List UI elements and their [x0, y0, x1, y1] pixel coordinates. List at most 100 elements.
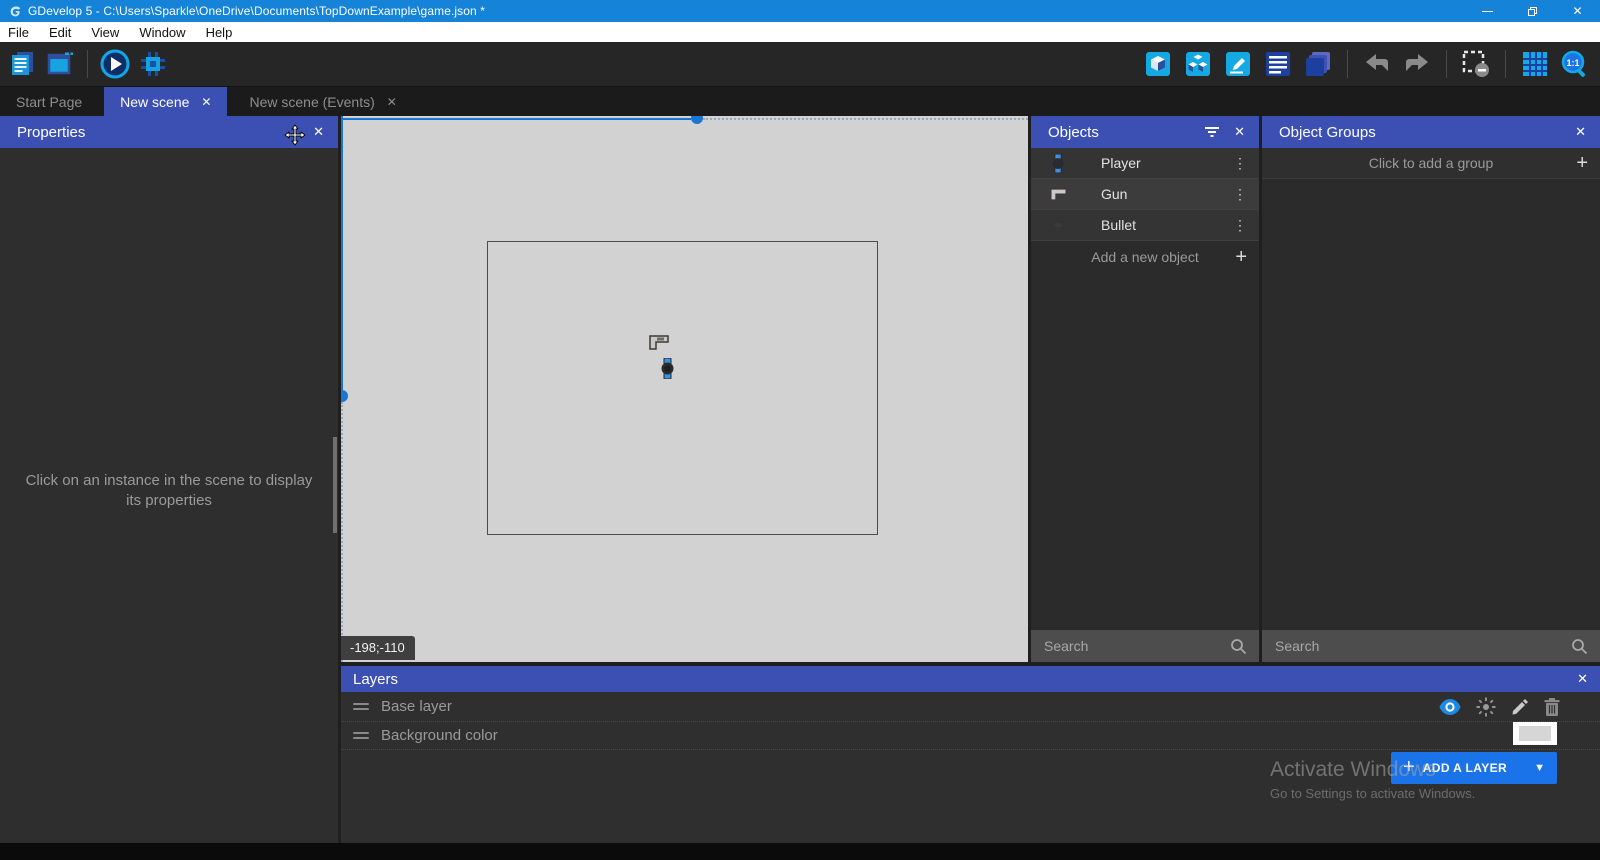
object-groups-panel-title: Object Groups [1279, 124, 1376, 141]
toolbar-separator [1347, 50, 1348, 78]
properties-panel: Properties ✕ Click on an instance in the… [0, 116, 338, 843]
object-row-bullet[interactable]: Bullet ⋮ [1031, 210, 1259, 241]
close-tab-icon[interactable]: ✕ [201, 95, 211, 109]
gun-sprite-icon [1048, 188, 1068, 201]
objects-search-input[interactable]: Search [1031, 630, 1259, 662]
menu-view[interactable]: View [81, 22, 129, 42]
titlebar: GDevelop 5 - C:\Users\Sparkle\OneDrive\D… [0, 0, 1600, 22]
player-instance[interactable] [661, 358, 674, 379]
grid-icon[interactable] [1520, 49, 1550, 79]
layer-effects-icon[interactable] [1476, 697, 1496, 717]
tab-new-scene-events[interactable]: New scene (Events) ✕ [233, 87, 412, 116]
objects-panel-title: Objects [1048, 124, 1099, 141]
toolbar-separator [1446, 50, 1447, 78]
toolbar-separator [87, 50, 88, 78]
close-tab-icon[interactable]: ✕ [387, 95, 397, 109]
vertical-scroll-line [341, 116, 343, 390]
debug-icon[interactable] [138, 49, 168, 79]
menu-file[interactable]: File [0, 22, 39, 42]
redo-icon[interactable] [1402, 49, 1432, 79]
close-objects-icon[interactable]: ✕ [1220, 124, 1245, 140]
properties-editor-icon[interactable] [1223, 49, 1253, 79]
drag-handle-icon[interactable] [353, 732, 369, 739]
layer-edit-icon[interactable] [1511, 698, 1529, 716]
object-menu-icon[interactable]: ⋮ [1233, 155, 1247, 172]
tab-start-page[interactable]: Start Page [0, 87, 98, 116]
menubar: File Edit View Window Help [0, 22, 1600, 42]
close-object-groups-icon[interactable]: ✕ [1561, 124, 1586, 140]
plus-icon: + [1235, 247, 1247, 267]
close-layers-icon[interactable]: ✕ [1563, 671, 1588, 687]
object-menu-icon[interactable]: ⋮ [1233, 217, 1247, 234]
preview-window-icon[interactable] [45, 49, 75, 79]
tab-new-scene[interactable]: New scene ✕ [104, 87, 227, 116]
objects-panel: Objects ✕ Player ⋮ [1031, 116, 1259, 662]
drag-handle-icon[interactable] [353, 703, 369, 710]
close-window-button[interactable]: ✕ [1555, 0, 1600, 22]
minimize-icon [1482, 11, 1493, 12]
project-manager-icon[interactable] [7, 49, 37, 79]
restore-button[interactable] [1510, 0, 1555, 22]
bottom-strip [0, 843, 1600, 860]
horizontal-scroll-dash [703, 118, 1028, 120]
window-title: GDevelop 5 - C:\Users\Sparkle\OneDrive\D… [28, 4, 1465, 18]
search-icon [1571, 638, 1588, 655]
menu-window[interactable]: Window [129, 22, 195, 42]
tabbar: Start Page New scene ✕ New scene (Events… [0, 86, 1600, 116]
layers-panel-header: Layers ✕ [341, 666, 1600, 692]
object-groups-search-input[interactable]: Search [1262, 630, 1600, 662]
properties-panel-header: Properties ✕ [0, 116, 338, 148]
object-row-player[interactable]: Player ⋮ [1031, 148, 1259, 179]
toolbar: 1:1 [0, 42, 1600, 86]
close-icon: ✕ [1572, 5, 1582, 17]
bullet-sprite-icon [1048, 223, 1068, 227]
zoom-1-1-icon[interactable]: 1:1 [1560, 49, 1590, 79]
filter-icon[interactable] [1204, 125, 1220, 139]
objects-editor-icon[interactable] [1143, 49, 1173, 79]
layer-delete-icon[interactable] [1544, 698, 1560, 716]
add-new-object-button[interactable]: Add a new object + [1031, 241, 1259, 272]
gdevelop-window: GDevelop 5 - C:\Users\Sparkle\OneDrive\D… [0, 0, 1600, 860]
layer-row-base[interactable]: Base layer [341, 692, 1600, 722]
layer-visibility-icon[interactable] [1439, 699, 1461, 715]
close-properties-icon[interactable]: ✕ [299, 124, 324, 140]
object-groups-icon[interactable] [1183, 49, 1213, 79]
layers-panel: Layers ✕ Base layer [341, 666, 1600, 843]
object-name: Bullet [1101, 217, 1136, 233]
main-area: Properties ✕ Click on an instance in the… [0, 116, 1600, 843]
properties-panel-title: Properties [17, 124, 85, 141]
play-preview-icon[interactable] [100, 49, 130, 79]
menu-help[interactable]: Help [196, 22, 243, 42]
layers-editor-icon[interactable] [1303, 49, 1333, 79]
menu-edit[interactable]: Edit [39, 22, 81, 42]
add-group-button[interactable]: Click to add a group + [1262, 148, 1600, 179]
gdevelop-logo-icon [9, 5, 22, 18]
instances-list-icon[interactable] [1263, 49, 1293, 79]
toolbar-separator [1505, 50, 1506, 78]
vertical-scroll-knob[interactable] [341, 390, 348, 402]
restore-icon [1528, 7, 1537, 16]
plus-icon: + [1576, 153, 1588, 173]
selection-mask-icon[interactable] [1461, 49, 1491, 79]
layer-name: Base layer [381, 698, 452, 715]
minimize-button[interactable] [1465, 0, 1510, 22]
horizontal-scroll-line [341, 118, 691, 120]
player-sprite-icon [1048, 154, 1068, 173]
vertical-scroll-dash [341, 402, 343, 662]
add-layer-button[interactable]: + ADD A LAYER ▼ [1391, 752, 1557, 784]
object-menu-icon[interactable]: ⋮ [1233, 186, 1247, 203]
horizontal-scroll-knob[interactable] [691, 116, 703, 124]
layer-row-background-color[interactable]: Background color [341, 722, 1600, 750]
background-color-swatch[interactable] [1513, 722, 1557, 745]
object-groups-panel: Object Groups ✕ Click to add a group + S… [1262, 116, 1600, 662]
scene-canvas[interactable]: -198;-110 [341, 116, 1028, 662]
object-row-gun[interactable]: Gun ⋮ [1031, 179, 1259, 210]
caret-down-icon[interactable]: ▼ [1534, 762, 1545, 774]
cursor-coordinates-badge: -198;-110 [341, 636, 415, 660]
layer-name: Background color [381, 727, 498, 744]
plus-icon: + [1403, 756, 1415, 779]
undo-icon[interactable] [1362, 49, 1392, 79]
object-name: Gun [1101, 186, 1127, 202]
gun-instance[interactable] [649, 335, 669, 350]
properties-scrollbar[interactable] [333, 437, 337, 533]
